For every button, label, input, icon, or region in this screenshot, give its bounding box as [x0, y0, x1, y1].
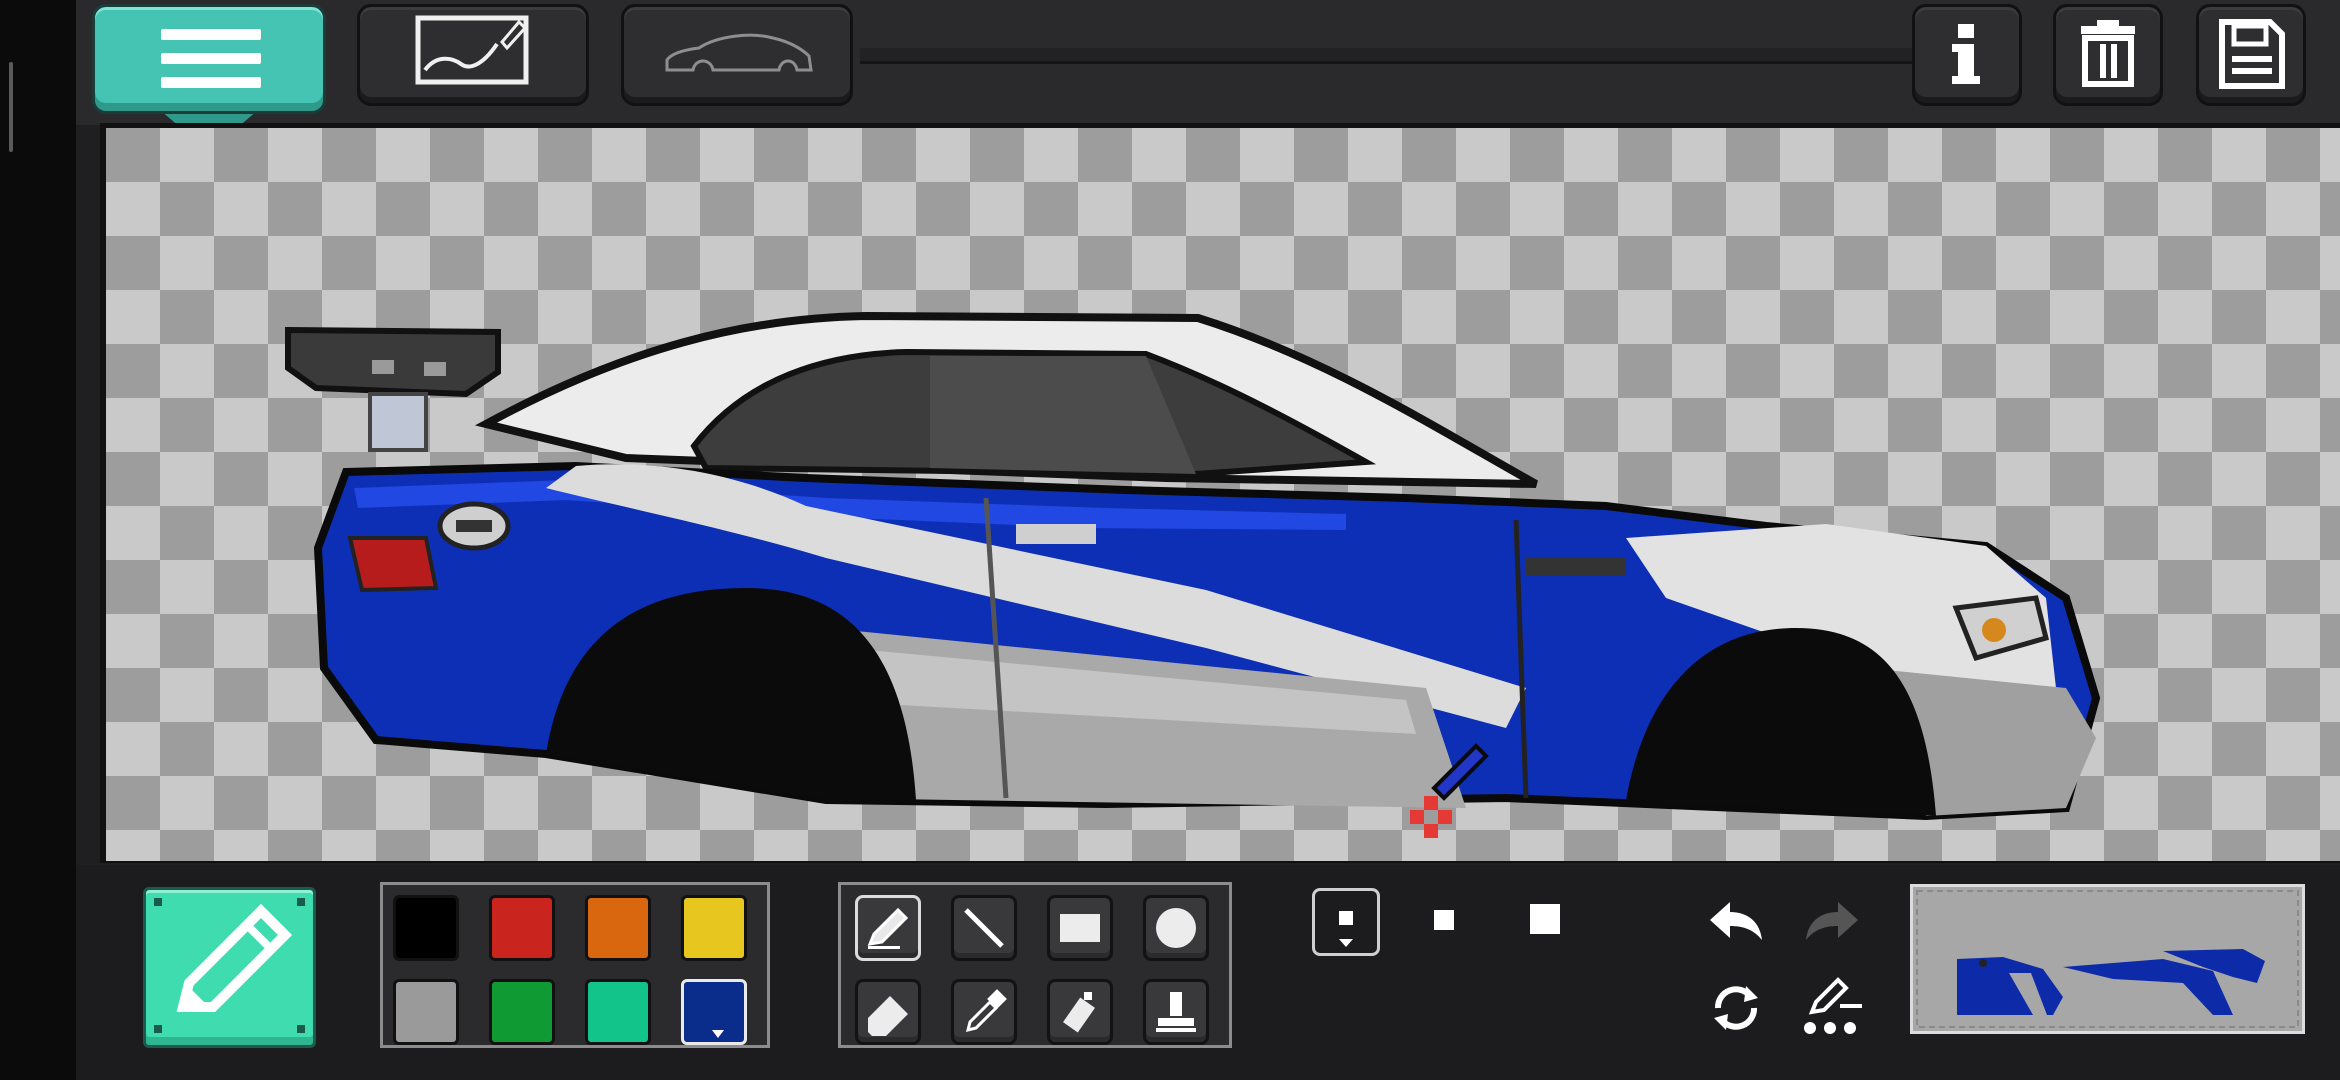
preview-thumbnail — [1916, 890, 2299, 1028]
active-tool-button[interactable] — [143, 887, 316, 1048]
color-swatch-yellow[interactable] — [681, 895, 747, 961]
color-swatch-black[interactable] — [393, 895, 459, 961]
brush-size-large[interactable] — [1526, 900, 1566, 940]
brush-size-small[interactable] — [1312, 888, 1380, 956]
stamp-icon — [1156, 992, 1196, 1032]
color-swatch-teal[interactable] — [585, 979, 651, 1045]
color-swatch-red[interactable] — [489, 895, 555, 961]
color-swatch-orange[interactable] — [585, 895, 651, 961]
brush-size-dot — [1434, 910, 1454, 930]
brush-size-dot — [1530, 904, 1560, 934]
tool-eyedropper[interactable] — [951, 979, 1017, 1045]
drawer-handle[interactable] — [9, 62, 13, 152]
undo-button[interactable] — [1704, 896, 1768, 952]
spray-can-icon — [1063, 992, 1095, 1033]
eraser-icon — [868, 996, 908, 1036]
drawing-canvas[interactable] — [106, 128, 2340, 861]
undo-arrow-icon — [1710, 902, 1762, 940]
selected-indicator — [712, 1030, 724, 1038]
pencil-settings-button[interactable] — [1800, 976, 1870, 1040]
circle-icon — [1156, 908, 1196, 948]
pencil-icon — [867, 907, 909, 949]
car-outline-icon — [665, 33, 813, 72]
tool-stamp[interactable] — [1143, 979, 1209, 1045]
tool-grid — [838, 882, 1232, 1048]
save-button[interactable] — [2196, 4, 2306, 106]
info-button[interactable] — [1912, 4, 2022, 106]
redo-arrow-icon — [1806, 902, 1858, 940]
tool-pencil[interactable] — [855, 895, 921, 961]
sketch-layer-button[interactable] — [357, 4, 589, 106]
info-icon — [1952, 24, 1980, 84]
pencil-settings-icon — [1804, 977, 1862, 1034]
refresh-icon — [1714, 986, 1758, 1030]
sketch-canvas-icon — [415, 15, 529, 85]
tool-rectangle[interactable] — [1047, 895, 1113, 961]
redo-button[interactable] — [1800, 896, 1864, 952]
trash-icon — [2081, 20, 2135, 87]
rectangle-icon — [1060, 914, 1100, 942]
floppy-disk-icon — [2219, 19, 2285, 89]
left-edge-strip — [0, 0, 76, 1080]
color-swatch-green[interactable] — [489, 979, 555, 1045]
tool-eraser[interactable] — [855, 979, 921, 1045]
brush-size-medium[interactable] — [1428, 904, 1462, 938]
brush-size-dot — [1339, 911, 1353, 925]
toolbar-ridge — [860, 48, 1920, 64]
tool-spray[interactable] — [1047, 979, 1113, 1045]
color-palette — [380, 882, 770, 1048]
line-icon — [964, 908, 1004, 948]
eyedropper-icon — [965, 989, 1007, 1033]
selected-indicator — [1339, 939, 1353, 947]
color-swatch-gray[interactable] — [393, 979, 459, 1045]
layer-preview[interactable] — [1910, 884, 2305, 1034]
car-livery-artwork — [285, 311, 2101, 838]
pencil-icon — [176, 903, 293, 1012]
menu-button[interactable] — [92, 4, 326, 114]
tool-line[interactable] — [951, 895, 1017, 961]
car-outline-button[interactable] — [621, 4, 853, 106]
delete-button[interactable] — [2053, 4, 2163, 106]
color-swatch-navy[interactable] — [681, 979, 747, 1045]
refresh-button[interactable] — [1706, 978, 1766, 1038]
tool-circle[interactable] — [1143, 895, 1209, 961]
